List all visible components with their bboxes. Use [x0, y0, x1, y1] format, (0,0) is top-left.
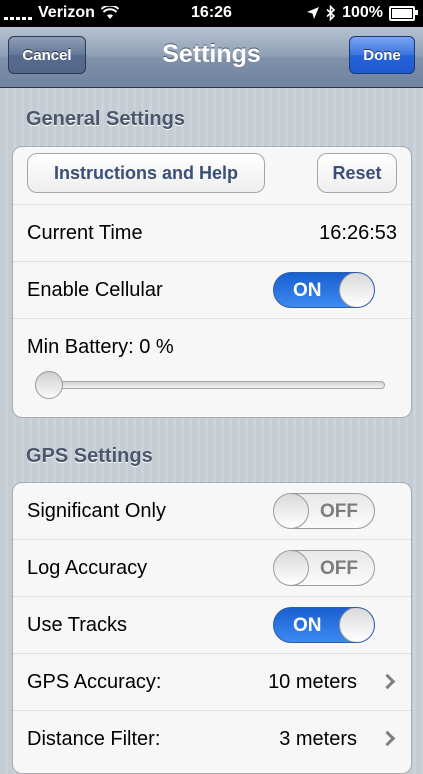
- min-battery-slider-thumb[interactable]: [35, 371, 63, 399]
- toggle-knob: [339, 273, 374, 307]
- toggle-state-text: ON: [293, 615, 322, 636]
- battery-icon: [389, 5, 418, 21]
- current-time-value: 16:26:53: [319, 222, 397, 244]
- reset-button[interactable]: Reset: [317, 153, 397, 193]
- toggle-state-text: OFF: [320, 501, 358, 522]
- battery-percent: 100%: [342, 4, 383, 21]
- current-time-row: Current Time 16:26:53: [13, 205, 411, 262]
- chevron-right-icon: [379, 730, 396, 747]
- log-accuracy-toggle[interactable]: OFF: [273, 550, 375, 586]
- use-tracks-label: Use Tracks: [27, 614, 128, 636]
- min-battery-label: Min Battery: 0 %: [27, 336, 174, 358]
- use-tracks-toggle[interactable]: ON: [273, 607, 375, 643]
- significant-only-toggle[interactable]: OFF: [273, 493, 375, 529]
- distance-filter-row[interactable]: Distance Filter: 3 meters: [13, 711, 411, 768]
- toggle-knob: [274, 551, 309, 585]
- instructions-help-button[interactable]: Instructions and Help: [27, 153, 265, 193]
- gps-accuracy-label: GPS Accuracy:: [27, 671, 162, 693]
- toggle-knob: [339, 608, 374, 642]
- gps-settings-header: GPS Settings: [26, 445, 153, 467]
- current-time-label: Current Time: [27, 222, 143, 244]
- gps-accuracy-row[interactable]: GPS Accuracy: 10 meters: [13, 654, 411, 711]
- min-battery-slider-track[interactable]: [39, 381, 385, 389]
- enable-cellular-row: Enable Cellular ON: [13, 262, 411, 319]
- distance-filter-value: 3 meters: [279, 728, 357, 750]
- done-button[interactable]: Done: [349, 36, 415, 74]
- status-bar: Verizon 16:26 100%: [0, 0, 423, 27]
- bluetooth-icon: [326, 5, 336, 21]
- log-accuracy-row: Log Accuracy OFF: [13, 540, 411, 597]
- gps-settings-group: Significant Only OFF Log Accuracy OFF Us…: [12, 482, 412, 774]
- min-battery-row: Min Battery: 0 %: [13, 319, 411, 417]
- location-icon: [307, 7, 320, 19]
- general-buttons-row: Instructions and Help Reset: [13, 147, 411, 205]
- chevron-right-icon: [379, 673, 396, 690]
- navigation-bar: Cancel Settings Done: [0, 27, 423, 88]
- significant-only-label: Significant Only: [27, 500, 166, 522]
- distance-filter-label: Distance Filter:: [27, 728, 161, 750]
- general-settings-group: Instructions and Help Reset Current Time…: [12, 146, 412, 418]
- enable-cellular-label: Enable Cellular: [27, 279, 163, 301]
- enable-cellular-toggle[interactable]: ON: [273, 272, 375, 308]
- significant-only-row: Significant Only OFF: [13, 483, 411, 540]
- toggle-state-text: OFF: [320, 558, 358, 579]
- log-accuracy-label: Log Accuracy: [27, 557, 148, 579]
- gps-accuracy-value: 10 meters: [268, 671, 357, 693]
- use-tracks-row: Use Tracks ON: [13, 597, 411, 654]
- toggle-knob: [274, 494, 309, 528]
- toggle-state-text: ON: [293, 280, 322, 301]
- general-settings-header: General Settings: [26, 108, 185, 130]
- status-right: 100%: [306, 4, 418, 22]
